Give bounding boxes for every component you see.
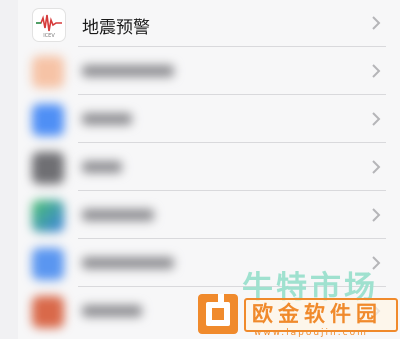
chevron-right-icon	[372, 64, 381, 78]
watermark: 欧金软件园 www.lapoujin.com	[196, 288, 400, 339]
row-divider	[78, 142, 386, 143]
list-item-blurred-3[interactable]	[18, 144, 400, 191]
gray-app-icon	[32, 152, 64, 184]
blurred-label	[82, 305, 142, 317]
green-app-icon	[32, 200, 64, 232]
red-app-icon	[32, 296, 64, 328]
watermark-brand-text: 欧金软件园	[252, 302, 382, 326]
watermark-logo-icon	[198, 294, 238, 334]
earthquake-warning-label: 地震预警	[82, 18, 150, 38]
list-item-blurred-2[interactable]	[18, 96, 400, 143]
blue-app-icon	[32, 104, 64, 136]
blurred-label	[82, 65, 174, 77]
orange-app-icon	[32, 56, 64, 88]
svg-text:ICEV: ICEV	[43, 33, 55, 39]
blue-app-icon-2	[32, 248, 64, 280]
earthquake-warning-icon: ICEV	[32, 8, 66, 42]
blurred-label	[82, 209, 154, 221]
row-divider	[78, 238, 386, 239]
list-item-earthquake-warning[interactable]: ICEV 地震预警	[18, 0, 400, 47]
chevron-right-icon	[372, 16, 381, 30]
chevron-right-icon	[372, 160, 381, 174]
row-divider	[78, 46, 386, 47]
blurred-label	[82, 113, 132, 125]
row-divider	[78, 94, 386, 95]
chevron-right-icon	[372, 208, 381, 222]
blurred-label	[82, 161, 122, 173]
watermark-url: www.lapoujin.com	[254, 328, 368, 338]
chevron-right-icon	[372, 112, 381, 126]
list-item-blurred-4[interactable]	[18, 192, 400, 239]
list-item-blurred-1[interactable]	[18, 48, 400, 95]
blurred-label	[82, 257, 174, 269]
row-divider	[78, 190, 386, 191]
